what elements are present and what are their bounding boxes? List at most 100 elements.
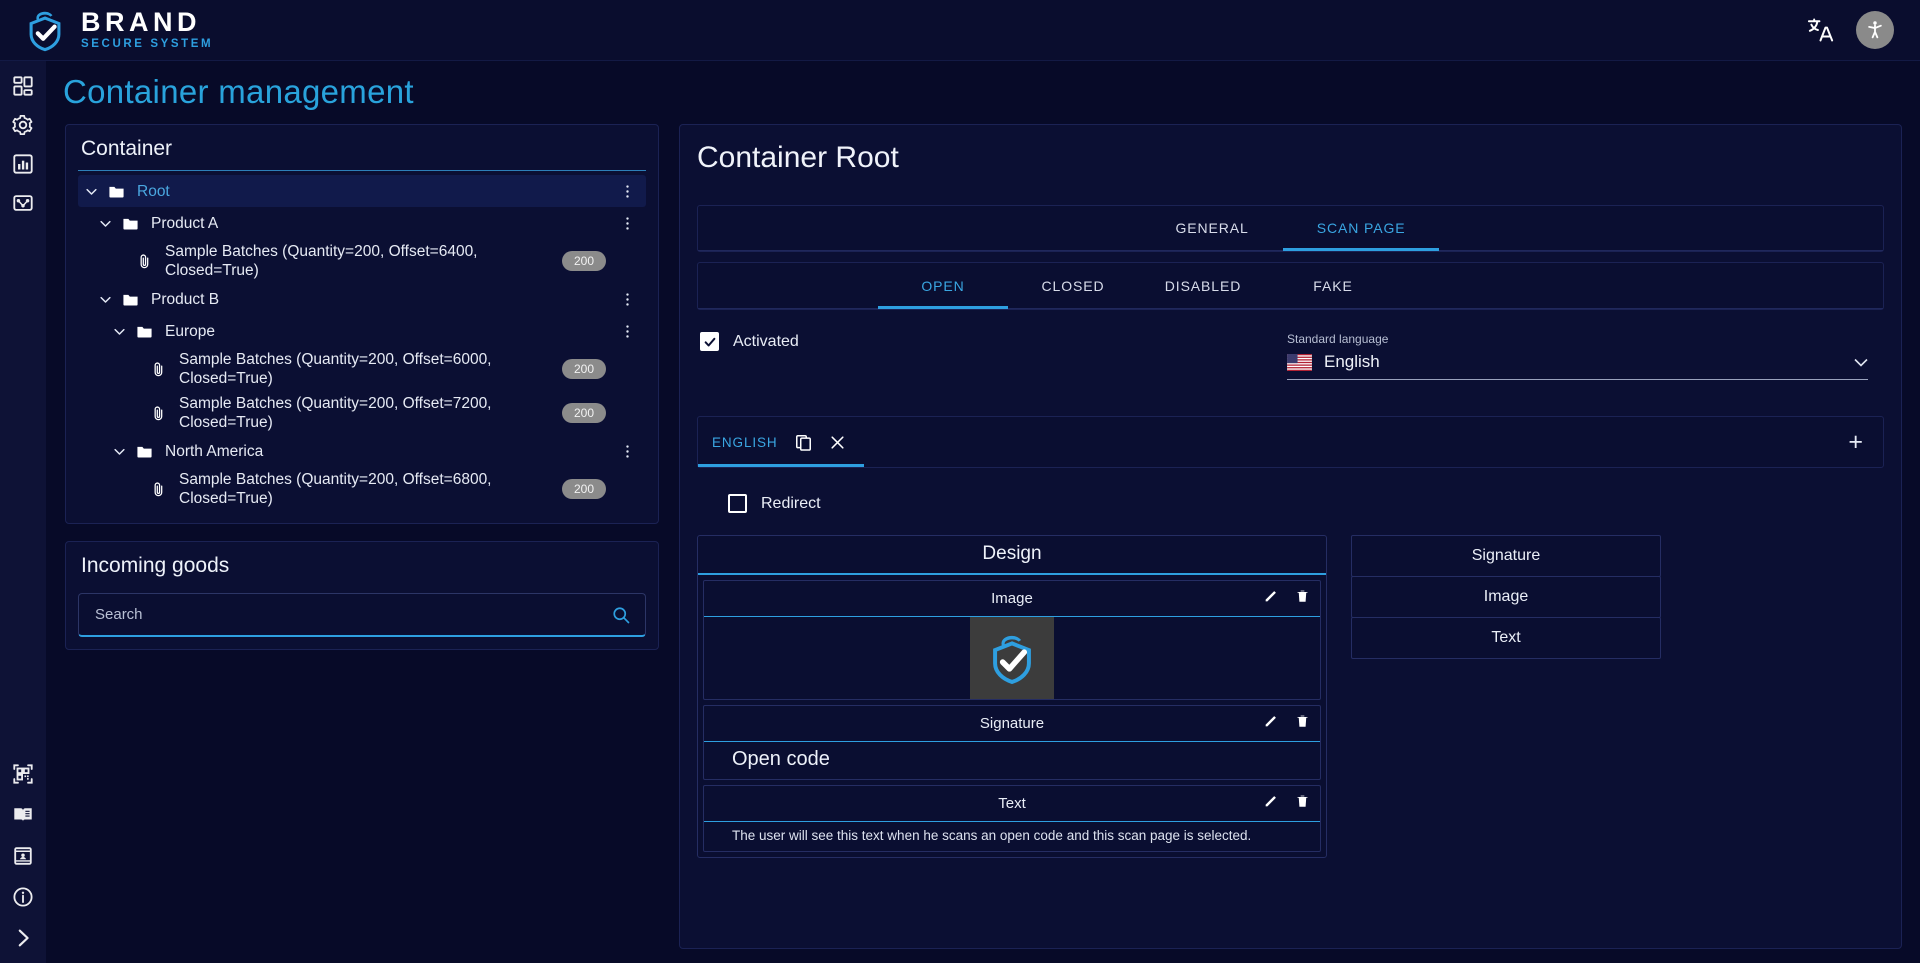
- more-vertical-icon[interactable]: [619, 323, 636, 340]
- tree-folder-node[interactable]: Product B: [78, 283, 646, 315]
- text-block-value: The user will see this text when he scan…: [732, 828, 1252, 843]
- book-icon[interactable]: [12, 804, 34, 826]
- translate-icon[interactable]: [1806, 16, 1834, 44]
- add-language-button[interactable]: +: [1842, 429, 1869, 455]
- redirect-row[interactable]: Redirect: [728, 494, 1901, 513]
- chevron-down-icon[interactable]: [84, 184, 99, 199]
- tab-scan-page[interactable]: SCAN PAGE: [1282, 206, 1440, 251]
- delete-block-button[interactable]: [1295, 713, 1310, 734]
- design-block-text[interactable]: Text The user will see this text when he …: [703, 785, 1321, 852]
- expand-toggle[interactable]: [78, 184, 104, 199]
- incoming-goods-panel: Incoming goods: [65, 541, 659, 650]
- scan-state-tab-disabled[interactable]: DISABLED: [1138, 263, 1268, 308]
- image-thumbnail[interactable]: [970, 617, 1054, 699]
- brand-logo[interactable]: BRAND SECURE SYSTEM: [22, 7, 213, 53]
- more-vertical-icon[interactable]: [619, 443, 636, 460]
- tree-file-node[interactable]: Sample Batches (Quantity=200, Offset=600…: [78, 347, 646, 391]
- trash-icon[interactable]: [1295, 713, 1310, 729]
- delete-block-button[interactable]: [1295, 588, 1310, 609]
- tree-file-node[interactable]: Sample Batches (Quantity=200, Offset=680…: [78, 467, 646, 511]
- more-vertical-icon[interactable]: [619, 215, 636, 232]
- node-menu-button[interactable]: [612, 215, 642, 232]
- info-icon[interactable]: [12, 886, 34, 908]
- folder-icon-wrap: [118, 215, 142, 232]
- expand-toggle[interactable]: [92, 292, 118, 307]
- block-actions: [1263, 713, 1310, 734]
- container-tree: Root Product A Sample Batches (Quantity=20…: [78, 173, 646, 511]
- scan-state-tab-open[interactable]: OPEN: [878, 263, 1008, 309]
- gear-icon[interactable]: [12, 114, 34, 136]
- tree-folder-node[interactable]: Root: [78, 175, 646, 207]
- expand-toggle[interactable]: [106, 444, 132, 459]
- node-menu-button[interactable]: [612, 323, 642, 340]
- language-tabs: ENGLISH +: [697, 416, 1884, 468]
- delete-block-button[interactable]: [1295, 793, 1310, 814]
- trash-icon[interactable]: [1295, 793, 1310, 809]
- check-icon: [704, 337, 715, 346]
- chevron-down-icon[interactable]: [112, 324, 127, 339]
- copy-icon[interactable]: [794, 433, 813, 452]
- shield-check-logo-icon: [29, 11, 61, 52]
- tree-folder-node[interactable]: Europe: [78, 315, 646, 347]
- language-tab-english[interactable]: ENGLISH: [698, 417, 864, 467]
- tree-file-node[interactable]: Sample Batches (Quantity=200, Offset=640…: [78, 239, 646, 283]
- checkbox-unchecked-icon[interactable]: [728, 494, 747, 513]
- chevron-down-icon[interactable]: [1854, 358, 1868, 367]
- image-block-body: [704, 617, 1320, 699]
- trash-icon[interactable]: [1295, 588, 1310, 604]
- more-vertical-icon[interactable]: [619, 291, 636, 308]
- block-title: Signature: [979, 715, 1045, 732]
- palette-item-signature[interactable]: Signature: [1351, 535, 1661, 577]
- pencil-icon[interactable]: [1263, 588, 1279, 604]
- distribution-icon[interactable]: [12, 192, 34, 214]
- node-menu-button[interactable]: [612, 183, 642, 200]
- qrcode-icon[interactable]: [12, 763, 34, 785]
- pencil-icon[interactable]: [1263, 793, 1279, 809]
- standard-language-select[interactable]: English: [1287, 352, 1868, 380]
- chevron-down-icon[interactable]: [98, 292, 113, 307]
- activated-checkbox[interactable]: Activated: [697, 332, 1287, 351]
- standard-language-field: Standard language English: [1287, 332, 1868, 380]
- checkbox-checked-icon[interactable]: [700, 332, 719, 351]
- pencil-icon[interactable]: [1263, 713, 1279, 729]
- edit-block-button[interactable]: [1263, 793, 1279, 814]
- design-block-image[interactable]: Image: [703, 580, 1321, 700]
- us-flag-icon: [1287, 353, 1312, 371]
- standard-language-caption: Standard language: [1287, 332, 1389, 346]
- tab-general[interactable]: GENERAL: [1142, 206, 1283, 250]
- search-icon[interactable]: [611, 605, 631, 625]
- accessibility-button[interactable]: [1856, 11, 1894, 49]
- chevron-down-icon[interactable]: [112, 444, 127, 459]
- signature-block-value: Open code: [732, 748, 830, 770]
- dashboard-icon[interactable]: [12, 75, 34, 97]
- edit-block-button[interactable]: [1263, 713, 1279, 734]
- more-vertical-icon[interactable]: [619, 183, 636, 200]
- expand-toggle[interactable]: [92, 216, 118, 231]
- design-block-signature[interactable]: Signature Open code: [703, 705, 1321, 780]
- palette-item-text[interactable]: Text: [1351, 617, 1661, 659]
- tree-folder-node[interactable]: Product A: [78, 207, 646, 239]
- tree-folder-node[interactable]: North America: [78, 435, 646, 467]
- chart-icon[interactable]: [12, 153, 34, 175]
- folder-icon: [108, 186, 124, 197]
- close-icon[interactable]: [829, 434, 846, 451]
- scan-state-tab-fake[interactable]: FAKE: [1268, 263, 1398, 308]
- container-panel: Container Root Product A Sample Batches (Q…: [65, 124, 659, 524]
- design-panel: Design Image Signature Open code Text The us…: [697, 535, 1327, 858]
- node-menu-button[interactable]: [612, 291, 642, 308]
- paperclip-icon-wrap: [146, 361, 170, 378]
- chevron-right-icon[interactable]: [12, 927, 34, 949]
- palette-item-image[interactable]: Image: [1351, 576, 1661, 618]
- tree-file-node[interactable]: Sample Batches (Quantity=200, Offset=720…: [78, 391, 646, 435]
- search-field[interactable]: [78, 593, 646, 637]
- activated-row: Activated Standard language English: [697, 332, 1884, 380]
- chevron-down-icon[interactable]: [98, 216, 113, 231]
- edit-block-button[interactable]: [1263, 588, 1279, 609]
- contact-card-icon[interactable]: [12, 845, 34, 867]
- expand-toggle[interactable]: [106, 324, 132, 339]
- block-header: Text: [704, 786, 1320, 822]
- scan-state-tab-closed[interactable]: CLOSED: [1008, 263, 1138, 308]
- paperclip-icon-wrap: [146, 481, 170, 498]
- search-input[interactable]: [95, 606, 611, 623]
- node-menu-button[interactable]: [612, 443, 642, 460]
